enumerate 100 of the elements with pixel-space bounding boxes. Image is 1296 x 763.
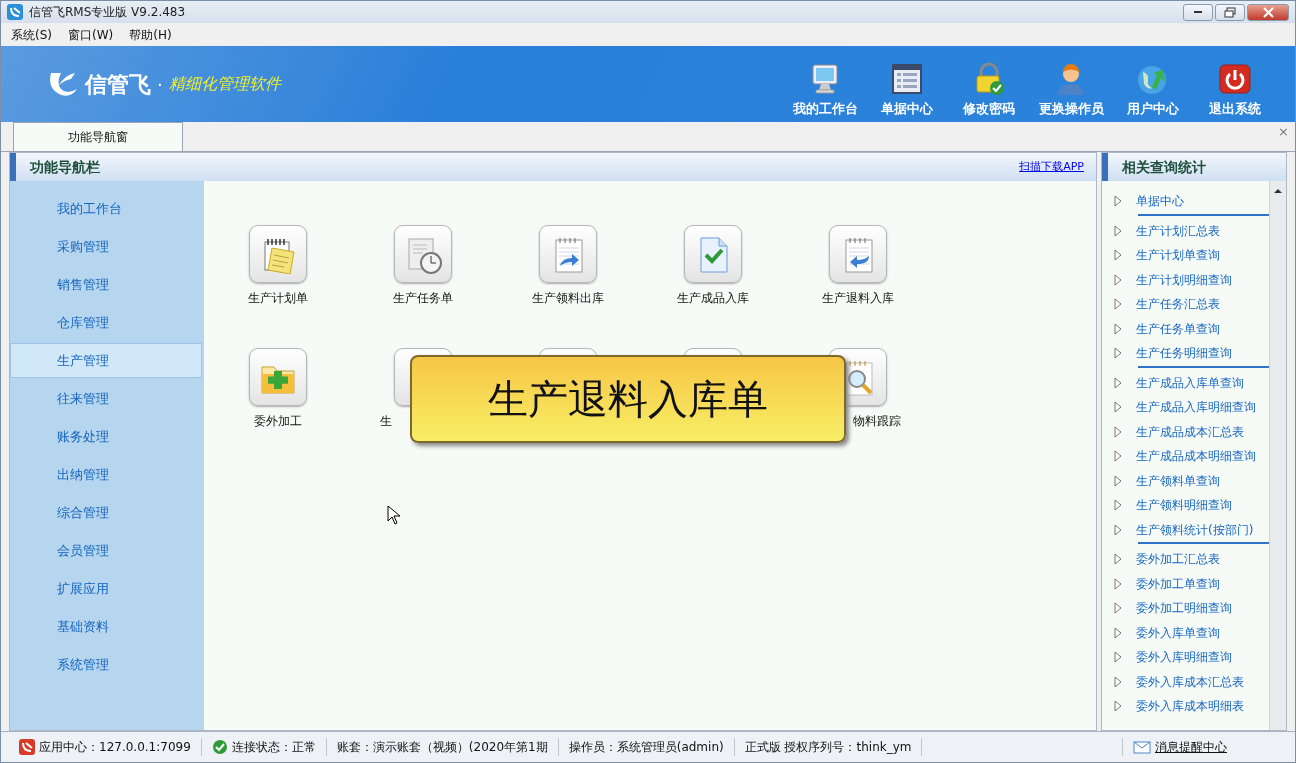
triangle-icon bbox=[1114, 675, 1122, 688]
function-tile[interactable]: 生产退料入库 bbox=[815, 225, 901, 307]
query-link[interactable]: 委外加工汇总表 bbox=[1136, 550, 1220, 569]
toolbar-button[interactable]: 更换操作员 bbox=[1033, 62, 1109, 119]
triangle-icon bbox=[1114, 499, 1122, 512]
menu-item[interactable]: 系统(S) bbox=[11, 25, 52, 44]
brand-name: 信管飞 bbox=[85, 70, 151, 99]
triangle-icon bbox=[1114, 450, 1122, 463]
query-link[interactable]: 生产任务明细查询 bbox=[1136, 344, 1232, 363]
sidebar-item[interactable]: 往来管理 bbox=[10, 381, 202, 416]
check-icon bbox=[211, 739, 228, 755]
triangle-icon bbox=[1114, 347, 1122, 360]
envelope-icon bbox=[1133, 740, 1151, 754]
query-link[interactable]: 生产领料明细查询 bbox=[1136, 496, 1232, 515]
function-tile[interactable]: 委外加工 bbox=[235, 348, 321, 430]
restore-button[interactable] bbox=[1215, 3, 1245, 21]
app-logo-icon bbox=[7, 4, 23, 20]
toolbar-button[interactable]: 修改密码 bbox=[951, 62, 1027, 119]
query-link[interactable]: 生产成品成本汇总表 bbox=[1136, 422, 1244, 441]
query-link[interactable]: 生产成品入库单查询 bbox=[1136, 373, 1244, 392]
list-icon bbox=[889, 62, 925, 97]
app-logo-icon bbox=[19, 739, 35, 755]
triangle-icon bbox=[1114, 651, 1122, 664]
triangle-icon bbox=[1114, 700, 1122, 713]
tooltip: 生产退料入库单 bbox=[410, 355, 846, 443]
triangle-icon bbox=[1114, 273, 1122, 286]
sidebar-item[interactable]: 账务处理 bbox=[10, 419, 202, 454]
close-icon bbox=[1260, 4, 1276, 20]
message-center-link[interactable]: 消息提醒中心 bbox=[1155, 738, 1227, 756]
status-text: 正式版 授权序列号：think_ym bbox=[744, 739, 912, 756]
tab[interactable]: 功能导航窗 bbox=[13, 122, 183, 151]
query-link[interactable]: 生产领料单查询 bbox=[1136, 471, 1220, 490]
query-link[interactable]: 委外加工明细查询 bbox=[1136, 599, 1232, 618]
panel-title: 相关查询统计 bbox=[1122, 157, 1206, 177]
minimize-button[interactable] bbox=[1183, 3, 1213, 21]
sidebar-item[interactable]: 会员管理 bbox=[10, 533, 202, 568]
query-link[interactable]: 生产任务汇总表 bbox=[1136, 295, 1220, 314]
status-text: 应用中心：127.0.0.1:7099 bbox=[39, 739, 191, 756]
triangle-icon bbox=[1114, 224, 1122, 237]
sidebar-item[interactable]: 扩展应用 bbox=[10, 571, 202, 606]
triangle-icon bbox=[1114, 602, 1122, 615]
sidebar-item[interactable]: 综合管理 bbox=[10, 495, 202, 530]
sidebar-item[interactable]: 生产管理 bbox=[10, 343, 202, 378]
triangle-icon bbox=[1114, 298, 1122, 311]
sidebar-item[interactable]: 系统管理 bbox=[10, 647, 202, 682]
status-text: 连接状态：正常 bbox=[231, 739, 316, 756]
triangle-icon bbox=[1114, 322, 1122, 335]
close-button[interactable] bbox=[1247, 3, 1289, 21]
triangle-icon bbox=[1114, 425, 1122, 438]
download-app-link[interactable]: 扫描下载APP bbox=[1019, 158, 1084, 176]
triangle-icon bbox=[1114, 401, 1122, 414]
panel-title: 功能导航栏 bbox=[30, 157, 100, 177]
function-tile[interactable]: 生产领料出库 bbox=[525, 225, 611, 307]
triangle-icon bbox=[1114, 376, 1122, 389]
sidebar-item[interactable]: 出纳管理 bbox=[10, 457, 202, 492]
triangle-icon bbox=[1114, 626, 1122, 639]
query-link[interactable]: 委外入库成本明细表 bbox=[1136, 697, 1244, 716]
scrollbar[interactable] bbox=[1269, 181, 1286, 730]
status-text: 操作员：系统管理员(admin) bbox=[568, 739, 724, 756]
restore-icon bbox=[1222, 4, 1238, 20]
sidebar-item[interactable]: 我的工作台 bbox=[10, 191, 202, 226]
toolbar-button[interactable]: 退出系统 bbox=[1197, 62, 1273, 119]
query-link[interactable]: 生产成品成本明细查询 bbox=[1136, 447, 1256, 466]
triangle-icon bbox=[1114, 553, 1122, 566]
function-tile[interactable]: 生产计划单 bbox=[235, 225, 321, 307]
sidebar-item[interactable]: 仓库管理 bbox=[10, 305, 202, 340]
query-link[interactable]: 委外入库单查询 bbox=[1136, 623, 1220, 642]
menu-item[interactable]: 帮助(H) bbox=[129, 25, 172, 44]
query-link[interactable]: 委外入库明细查询 bbox=[1136, 648, 1232, 667]
power-icon bbox=[1217, 62, 1253, 97]
close-icon[interactable]: × bbox=[1278, 122, 1289, 142]
query-link[interactable]: 委外加工单查询 bbox=[1136, 574, 1220, 593]
query-link[interactable]: 生产成品入库明细查询 bbox=[1136, 398, 1256, 417]
query-link[interactable]: 委外入库成本汇总表 bbox=[1136, 672, 1244, 691]
query-link[interactable]: 生产领料统计(按部门) bbox=[1136, 520, 1254, 539]
query-link[interactable]: 单据中心 bbox=[1136, 192, 1184, 211]
function-tile[interactable]: 生产任务单 bbox=[380, 225, 466, 307]
triangle-icon bbox=[1114, 249, 1122, 262]
mouse-cursor-icon bbox=[387, 505, 401, 525]
triangle-icon bbox=[1114, 577, 1122, 590]
query-link[interactable]: 生产计划单查询 bbox=[1136, 246, 1220, 265]
separator-dot: · bbox=[157, 72, 163, 97]
triangle-icon bbox=[1114, 474, 1122, 487]
toolbar-button[interactable]: 我的工作台 bbox=[787, 62, 863, 119]
minimize-icon bbox=[1194, 11, 1202, 13]
query-link[interactable]: 生产任务单查询 bbox=[1136, 319, 1220, 338]
query-link[interactable]: 生产计划明细查询 bbox=[1136, 270, 1232, 289]
function-tile[interactable]: 生产成品入库 bbox=[670, 225, 756, 307]
sidebar-item[interactable]: 采购管理 bbox=[10, 229, 202, 264]
triangle-icon bbox=[1114, 523, 1122, 536]
sidebar-item[interactable]: 销售管理 bbox=[10, 267, 202, 302]
query-link[interactable]: 生产计划汇总表 bbox=[1136, 221, 1220, 240]
status-text: 账套：演示账套（视频）(2020年第1期 bbox=[336, 739, 548, 756]
window-title: 信管飞RMS专业版 V9.2.483 bbox=[29, 4, 186, 21]
menu-item[interactable]: 窗口(W) bbox=[68, 25, 114, 44]
toolbar-button[interactable]: 单据中心 bbox=[869, 62, 945, 119]
toolbar-button[interactable]: 用户中心 bbox=[1115, 62, 1191, 119]
sidebar-item[interactable]: 基础资料 bbox=[10, 609, 202, 644]
triangle-icon bbox=[1114, 195, 1122, 208]
brand-tagline: 精细化管理软件 bbox=[168, 73, 281, 95]
